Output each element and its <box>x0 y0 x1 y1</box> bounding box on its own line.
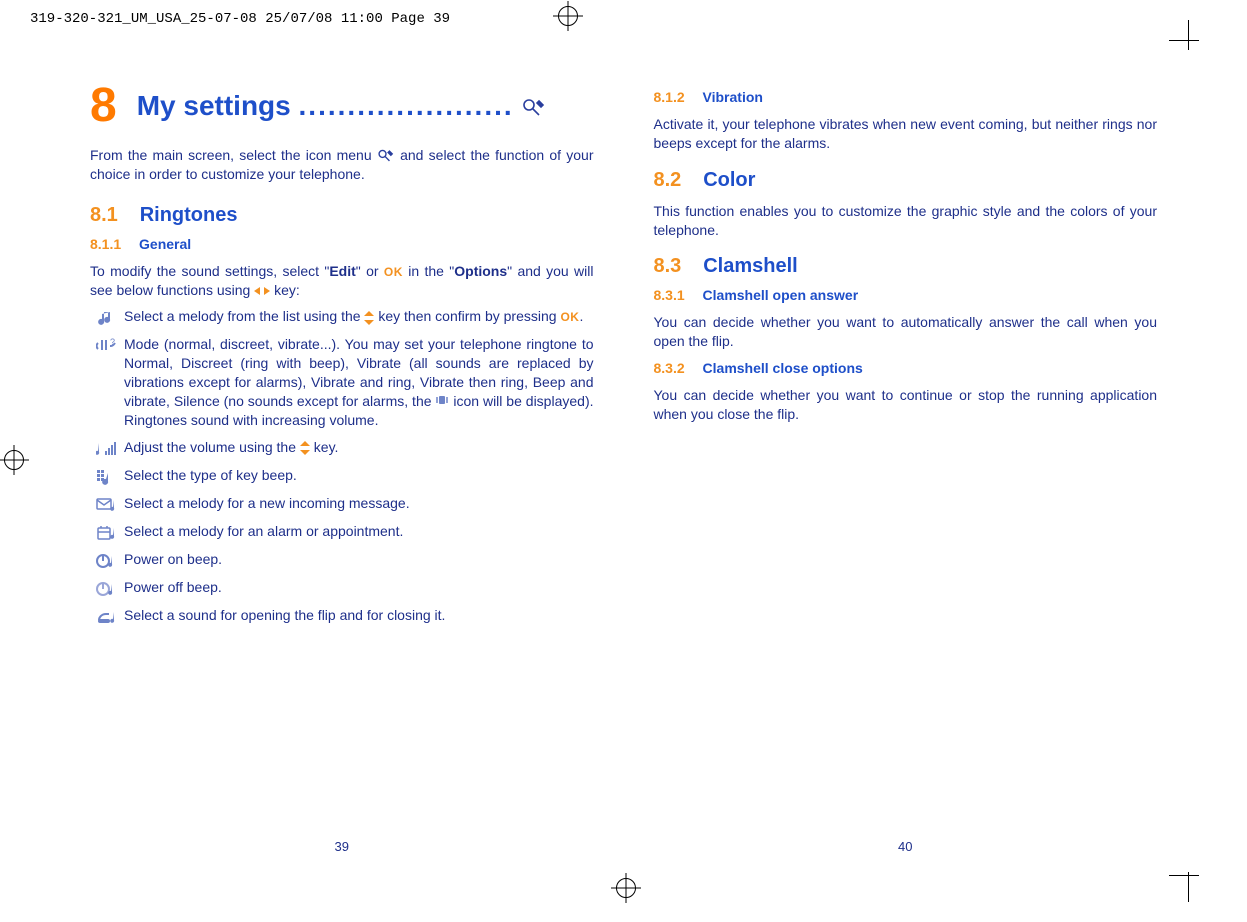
svg-text:?: ? <box>110 337 115 347</box>
list-item-text: Mode (normal, discreet, vibrate...). You… <box>124 335 594 429</box>
chapter-intro: From the main screen, select the icon me… <box>90 146 594 184</box>
volume-bars-icon <box>90 438 124 458</box>
list-item-text: Power off beep. <box>124 578 594 597</box>
text: . <box>579 308 583 324</box>
text: key then confirm by pressing <box>378 308 560 324</box>
ringtone-functions-list: Select a melody from the list using the … <box>90 307 594 625</box>
settings-tools-icon <box>377 147 400 163</box>
section-heading: 8.1 Ringtones <box>90 202 594 229</box>
text: " or <box>356 263 384 279</box>
power-on-icon <box>90 550 124 570</box>
subsection-number: 8.1.1 <box>90 236 121 252</box>
music-note-icon <box>90 307 124 327</box>
bold-text: Options <box>454 263 507 279</box>
list-item-text: Select a melody from the list using the … <box>124 307 594 326</box>
body-text: Activate it, your telephone vibrates whe… <box>654 115 1158 153</box>
subsection-title: General <box>139 236 191 252</box>
section-heading: 8.2 Color <box>654 167 1158 194</box>
flip-sound-icon <box>90 606 124 626</box>
page-spread: 8 My settings ...................... Fro… <box>60 70 1187 862</box>
text: Adjust the volume using the <box>124 439 300 455</box>
page-left: 8 My settings ...................... Fro… <box>60 70 624 862</box>
crop-mark <box>1169 40 1199 41</box>
section-number: 8.2 <box>654 169 682 191</box>
ok-key-label: OK <box>560 310 579 324</box>
ok-key-label: OK <box>384 265 403 279</box>
print-job-header: 319-320-321_UM_USA_25-07-08 25/07/08 11:… <box>30 10 450 29</box>
text: key: <box>274 282 300 298</box>
subsection-heading: 8.1.2 Vibration <box>654 88 1158 107</box>
text: From the main screen, select the icon me… <box>90 147 377 163</box>
page-number-left: 39 <box>60 838 624 856</box>
power-off-icon <box>90 578 124 598</box>
crop-mark <box>1188 872 1189 902</box>
text: Select a melody from the list using the <box>124 308 364 324</box>
list-item-text: Select the type of key beep. <box>124 466 594 485</box>
registration-mark-top <box>558 6 578 26</box>
list-item: Power on beep. <box>90 550 594 570</box>
list-item: Power off beep. <box>90 578 594 598</box>
registration-mark-left <box>4 450 24 470</box>
list-item-text: Select a sound for opening the flip and … <box>124 606 594 625</box>
settings-tools-icon <box>521 90 547 121</box>
crop-mark <box>1169 875 1199 876</box>
list-item: Select a sound for opening the flip and … <box>90 606 594 626</box>
list-item: Select the type of key beep. <box>90 466 594 486</box>
text: key. <box>314 439 339 455</box>
subsection-number: 8.3.1 <box>654 287 685 303</box>
vibrate-icon <box>435 393 449 409</box>
chapter-number: 8 <box>90 82 117 130</box>
keypad-beep-icon <box>90 466 124 486</box>
crop-mark <box>1188 20 1189 50</box>
list-item: Select a melody from the list using the … <box>90 307 594 327</box>
section-number: 8.1 <box>90 204 118 226</box>
page-number-right: 40 <box>624 838 1188 856</box>
section-heading: 8.3 Clamshell <box>654 253 1158 280</box>
list-item: Adjust the volume using the key. <box>90 438 594 458</box>
section-title: Color <box>703 169 755 191</box>
section-title: Clamshell <box>703 255 797 277</box>
list-item-text: Select a melody for a new incoming messa… <box>124 494 594 513</box>
alarm-melody-icon <box>90 522 124 542</box>
list-item: ? Mode (normal, discreet, vibrate...). Y… <box>90 335 594 429</box>
left-right-key-icon <box>254 282 270 298</box>
body-text: This function enables you to customize t… <box>654 202 1158 240</box>
subsection-title: Clamshell open answer <box>703 287 859 303</box>
registration-mark-bottom <box>616 878 636 898</box>
subsection-heading: 8.3.1 Clamshell open answer <box>654 286 1158 305</box>
bold-text: Edit <box>329 263 355 279</box>
up-down-key-icon <box>364 311 374 325</box>
subsection-number: 8.3.2 <box>654 360 685 376</box>
list-item: Select a melody for an alarm or appointm… <box>90 522 594 542</box>
subsection-heading: 8.3.2 Clamshell close options <box>654 359 1158 378</box>
message-melody-icon <box>90 494 124 514</box>
chapter-title-dots: ...................... <box>299 90 514 121</box>
chapter-title: My settings ...................... <box>137 87 548 125</box>
list-item-text: Select a melody for an alarm or appointm… <box>124 522 594 541</box>
body-text: You can decide whether you want to autom… <box>654 313 1158 351</box>
text: in the " <box>403 263 454 279</box>
subsection-number: 8.1.2 <box>654 89 685 105</box>
page-right: 8.1.2 Vibration Activate it, your teleph… <box>624 70 1188 862</box>
section-title: Ringtones <box>140 204 238 226</box>
chapter-title-text: My settings <box>137 90 291 121</box>
subsection-title: Vibration <box>703 89 763 105</box>
subsection-heading: 8.1.1 General <box>90 235 594 254</box>
list-item-text: Adjust the volume using the key. <box>124 438 594 457</box>
mode-ring-icon: ? <box>90 335 124 355</box>
section-number: 8.3 <box>654 255 682 277</box>
general-intro: To modify the sound settings, select "Ed… <box>90 262 594 300</box>
subsection-title: Clamshell close options <box>703 360 863 376</box>
body-text: You can decide whether you want to conti… <box>654 386 1158 424</box>
text: To modify the sound settings, select " <box>90 263 329 279</box>
up-down-key-icon <box>300 441 310 455</box>
chapter-heading: 8 My settings ...................... <box>90 82 594 130</box>
list-item-text: Power on beep. <box>124 550 594 569</box>
list-item: Select a melody for a new incoming messa… <box>90 494 594 514</box>
